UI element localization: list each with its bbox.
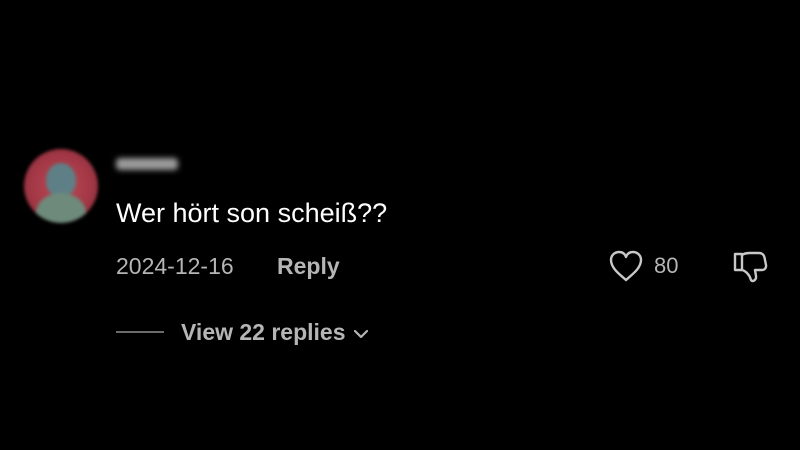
thumbs-down-icon[interactable]: [731, 247, 769, 285]
avatar-body: [36, 193, 86, 223]
view-replies-label: View 22 replies: [181, 319, 346, 345]
username[interactable]: [116, 155, 178, 173]
like-count: 80: [654, 253, 679, 278]
username-blurred: [116, 158, 178, 170]
like-button[interactable]: 80: [608, 247, 678, 285]
avatar-face: [46, 163, 76, 197]
comment-text: Wer hört son scheiß??: [116, 198, 388, 228]
replies-divider-line: [116, 331, 164, 333]
reply-button[interactable]: Reply: [277, 251, 340, 281]
comment-date: 2024-12-16: [116, 253, 234, 279]
view-replies-button[interactable]: View 22 replies: [116, 315, 370, 349]
chevron-down-icon: [353, 329, 368, 338]
comment-item: Wer hört son scheiß?? 2024-12-16 Reply 8…: [0, 0, 800, 450]
heart-icon: [609, 250, 643, 282]
avatar[interactable]: [24, 149, 98, 223]
